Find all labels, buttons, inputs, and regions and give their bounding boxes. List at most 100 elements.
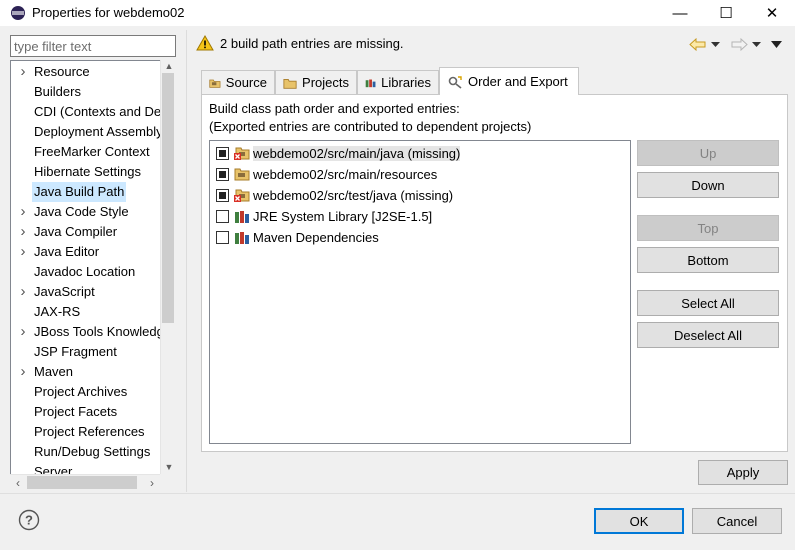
- panel-description-note: (Exported entries are contributed to dep…: [209, 119, 532, 134]
- classpath-entry[interactable]: webdemo02/src/main/resources: [216, 164, 437, 184]
- tree-item[interactable]: › Maven: [11, 362, 161, 382]
- svg-text:?: ?: [25, 513, 33, 528]
- tree-item-label: Java Code Style: [34, 204, 129, 219]
- tree-item-label: Project Facets: [34, 404, 118, 419]
- tree-item[interactable]: › Java Compiler: [11, 222, 161, 242]
- tree-item[interactable]: JSP Fragment: [11, 342, 161, 362]
- tree-item[interactable]: › Java Code Style: [11, 202, 161, 222]
- window-title: Properties for webdemo02: [32, 5, 185, 20]
- tree-item[interactable]: FreeMarker Context: [11, 142, 161, 162]
- tree-item-label: Java Editor: [34, 244, 100, 259]
- expand-chevron-icon[interactable]: ›: [17, 242, 29, 262]
- filter-input[interactable]: [10, 35, 176, 57]
- expand-chevron-icon[interactable]: ›: [17, 282, 29, 302]
- tab-order-and-export[interactable]: Order and Export: [439, 67, 579, 95]
- classpath-entry[interactable]: webdemo02/src/main/java (missing): [216, 143, 461, 163]
- expand-chevron-icon[interactable]: ›: [17, 362, 29, 382]
- minimize-button[interactable]: —: [657, 0, 703, 26]
- ok-button[interactable]: OK: [594, 508, 684, 534]
- select-all-button[interactable]: Select All: [637, 290, 779, 316]
- tree-item[interactable]: › JavaScript: [11, 282, 161, 302]
- tab-libraries-label: Libraries: [381, 75, 431, 90]
- expand-chevron-icon[interactable]: ›: [17, 322, 29, 342]
- build-path-warning-message: 2 build path entries are missing.: [220, 36, 404, 51]
- forward-dropdown-icon[interactable]: [752, 42, 761, 48]
- classpath-entry[interactable]: webdemo02/src/test/java (missing): [216, 185, 453, 205]
- classpath-entry-label: webdemo02/src/test/java (missing): [253, 187, 454, 203]
- export-checkbox[interactable]: [216, 188, 229, 202]
- tree-item[interactable]: Java Build Path: [11, 182, 161, 202]
- tree-horizontal-scroll-thumb[interactable]: [27, 476, 137, 489]
- eclipse-icon: [11, 6, 25, 20]
- tree-item-label: Resource: [34, 64, 90, 79]
- tab-libraries[interactable]: Libraries: [357, 70, 439, 94]
- tree-item[interactable]: Project Facets: [11, 402, 161, 422]
- footer-divider: [0, 493, 795, 494]
- back-arrow-icon[interactable]: [689, 38, 707, 51]
- tree-item-label: CDI (Contexts and De: [34, 104, 161, 119]
- classpath-entry[interactable]: Maven Dependencies: [216, 227, 379, 247]
- panel-description: Build class path order and exported entr…: [209, 101, 460, 116]
- tree-item-label: Maven: [34, 364, 74, 379]
- tree-item[interactable]: Run/Debug Settings: [11, 442, 161, 462]
- tree-vertical-scroll-thumb[interactable]: [162, 73, 174, 323]
- expand-chevron-icon[interactable]: ›: [17, 202, 29, 222]
- export-checkbox[interactable]: [216, 209, 229, 223]
- tab-source-label: Source: [225, 75, 267, 90]
- maximize-button[interactable]: ☐: [703, 0, 749, 26]
- scroll-up-icon[interactable]: ▲: [161, 60, 177, 73]
- down-button[interactable]: Down: [637, 172, 779, 198]
- forward-arrow-icon[interactable]: [730, 38, 748, 51]
- tree-item[interactable]: CDI (Contexts and De: [11, 102, 161, 122]
- tree-item[interactable]: › JBoss Tools Knowledg: [11, 322, 162, 342]
- tree-item[interactable]: › Java Editor: [11, 242, 161, 262]
- pane-divider[interactable]: [186, 30, 187, 492]
- expand-chevron-icon[interactable]: ›: [17, 222, 29, 242]
- tree-item[interactable]: JAX-RS: [11, 302, 161, 322]
- back-dropdown-icon[interactable]: [711, 42, 720, 48]
- apply-button[interactable]: Apply: [698, 460, 788, 485]
- export-checkbox[interactable]: [216, 146, 229, 160]
- library-icon: [235, 211, 249, 223]
- tree-item-label: JAX-RS: [34, 304, 81, 319]
- tree-item[interactable]: › Resource: [11, 62, 161, 82]
- tree-item[interactable]: Builders: [11, 82, 161, 102]
- library-icon: [235, 232, 249, 244]
- close-button[interactable]: ✕: [749, 0, 795, 26]
- export-checkbox[interactable]: [216, 230, 229, 244]
- cancel-button[interactable]: Cancel: [692, 508, 782, 534]
- view-menu-icon[interactable]: [771, 41, 782, 49]
- tree-item-label: Java Compiler: [34, 224, 118, 239]
- tab-projects[interactable]: Projects: [275, 70, 357, 94]
- deselect-all-button[interactable]: Deselect All: [637, 322, 779, 348]
- tree-item[interactable]: Hibernate Settings: [11, 162, 161, 182]
- tree-item[interactable]: Project Archives: [11, 382, 161, 402]
- tree-item-label: Run/Debug Settings: [34, 444, 151, 459]
- minimize-icon: —: [672, 4, 688, 22]
- tree-item[interactable]: Project References: [11, 422, 161, 442]
- tree-item[interactable]: Deployment Assembly: [11, 122, 161, 142]
- classpath-entry-label: webdemo02/src/main/resources: [253, 166, 438, 182]
- classpath-entry[interactable]: JRE System Library [J2SE-1.5]: [216, 206, 432, 226]
- tree-item-label: Builders: [34, 84, 81, 99]
- classpath-entry-label: JRE System Library [J2SE-1.5]: [253, 208, 433, 224]
- export-checkbox[interactable]: [216, 167, 229, 181]
- property-page-tree[interactable]: › Resource Builders CDI (Contexts and De Dep…: [10, 60, 176, 491]
- classpath-entries-list[interactable]: webdemo02/src/main/java (missing) webdemo…: [209, 140, 631, 444]
- scroll-corner: [160, 474, 176, 491]
- scroll-down-icon[interactable]: ▼: [161, 461, 177, 474]
- tree-item-label: Project Archives: [34, 384, 128, 399]
- up-button[interactable]: Up: [637, 140, 779, 166]
- tree-item-label: JSP Fragment: [34, 344, 117, 359]
- tree-item[interactable]: Javadoc Location: [11, 262, 161, 282]
- scroll-left-icon[interactable]: ‹: [10, 475, 26, 492]
- top-button[interactable]: Top: [637, 215, 779, 241]
- tab-source[interactable]: Source: [201, 70, 275, 94]
- bottom-button[interactable]: Bottom: [637, 247, 779, 273]
- expand-chevron-icon[interactable]: ›: [17, 62, 29, 82]
- tree-item-label: JavaScript: [34, 284, 95, 299]
- help-icon[interactable]: ?: [18, 509, 40, 531]
- tree-item-label: Java Build Path: [32, 182, 127, 202]
- scroll-right-icon[interactable]: ›: [144, 475, 160, 492]
- missing-source-folder-icon: [234, 147, 250, 160]
